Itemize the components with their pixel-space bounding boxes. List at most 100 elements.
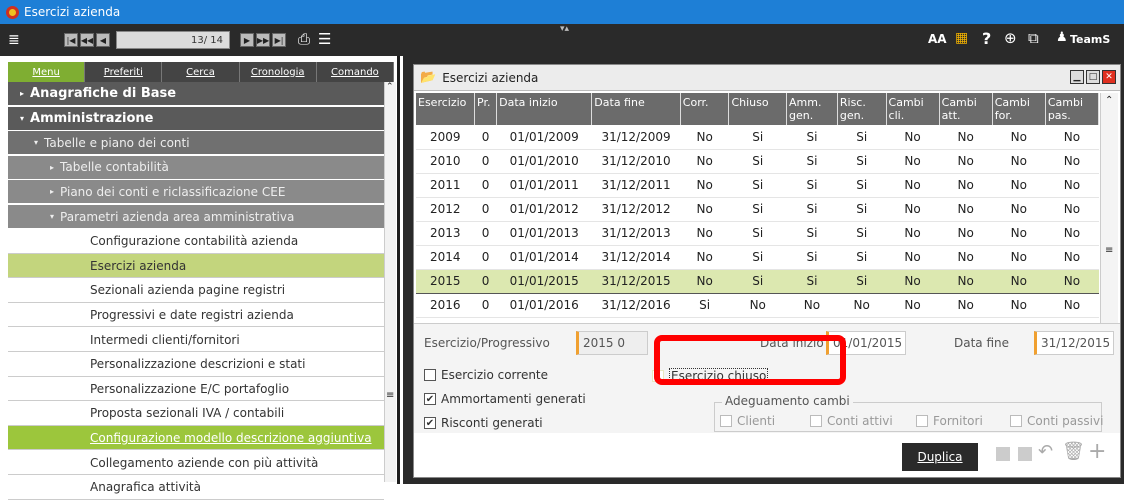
next-record-icon[interactable]: ▶ xyxy=(240,33,254,47)
tab-menu[interactable]: Menu xyxy=(8,62,86,82)
checkbox-box[interactable] xyxy=(810,415,822,427)
column-header[interactable]: Corr. xyxy=(680,93,730,125)
table-cell: No xyxy=(992,173,1046,198)
menu-item[interactable]: ▾ Tabelle e piano dei conti xyxy=(8,131,384,156)
menu-item[interactable]: Anagrafica attività xyxy=(8,475,384,500)
save-icon[interactable] xyxy=(996,447,1010,461)
user-icon[interactable]: ♟ xyxy=(1056,30,1068,45)
prev-record-icon[interactable]: ◀ xyxy=(96,33,110,47)
scroll-grip-icon[interactable]: ≡ xyxy=(386,390,394,401)
column-header[interactable]: Cambi pas. xyxy=(1045,93,1100,125)
menu-scrollbar[interactable]: ⌃ ≡ xyxy=(384,82,396,482)
column-header[interactable]: Cambi cli. xyxy=(886,93,940,125)
menu-item[interactable]: ▾ Parametri azienda area amministrativa xyxy=(8,205,384,229)
globe-icon[interactable]: ⊕ xyxy=(1004,29,1017,47)
column-header[interactable]: Data fine xyxy=(591,93,681,125)
column-header[interactable]: Esercizio xyxy=(416,93,476,125)
list-icon[interactable]: ☰ xyxy=(318,30,331,48)
esercizio-corrente-checkbox[interactable]: Esercizio corrente xyxy=(424,368,548,382)
table-row[interactable]: 2013 0 01/01/2013 31/12/2013 No Si Si Si No No No N… xyxy=(416,221,1099,246)
font-size-icon[interactable]: AA xyxy=(928,32,947,46)
menu-item[interactable]: Progressivi e date registri azienda xyxy=(8,303,384,328)
checkbox-box[interactable] xyxy=(1010,415,1022,427)
checkbox-checked-icon[interactable]: ✔ xyxy=(424,417,436,429)
menu-item[interactable]: Configurazione contabilità azienda xyxy=(8,229,384,254)
checkbox-box[interactable] xyxy=(720,415,732,427)
column-header[interactable]: Data inizio xyxy=(496,93,593,125)
table-row[interactable]: 2010 0 01/01/2010 31/12/2010 No Si Si Si No No No N… xyxy=(416,149,1099,174)
checkbox-box[interactable] xyxy=(424,369,436,381)
collapse-chevron-icon[interactable]: ▾▴ xyxy=(560,24,569,34)
menu-item[interactable]: ▸ Piano dei conti e riclassificazione CEE xyxy=(8,180,384,205)
next-page-icon[interactable]: ▶▶ xyxy=(256,33,270,47)
tab-preferiti[interactable]: Preferiti xyxy=(85,62,163,82)
collapsed-arrow-icon[interactable]: ▸ xyxy=(50,163,54,172)
collapsed-arrow-icon[interactable]: ▸ xyxy=(20,89,24,98)
esercizio-field[interactable]: 2015 0 xyxy=(576,331,648,355)
table-row[interactable]: 2012 0 01/01/2012 31/12/2012 No Si Si Si No No No N… xyxy=(416,197,1099,222)
menu-item[interactable]: Configurazione modello descrizione aggiu… xyxy=(8,426,384,451)
table-cell: No xyxy=(1045,149,1099,174)
collapsed-arrow-icon[interactable]: ▸ xyxy=(50,187,54,196)
print-icon[interactable]: ⎙ xyxy=(298,30,310,48)
team-label[interactable]: TeamS xyxy=(1070,33,1110,46)
inner-window-title: Esercizi azienda xyxy=(442,70,539,85)
menu-item[interactable]: ▸ Tabelle contabilità xyxy=(8,155,384,180)
cancel-icon[interactable] xyxy=(1018,447,1032,461)
maximize-icon[interactable]: □ xyxy=(1086,70,1100,84)
window-icon[interactable]: ⧉ xyxy=(1028,29,1039,47)
first-record-icon[interactable]: |◀ xyxy=(64,33,78,47)
tab-comando[interactable]: Comando xyxy=(317,62,395,82)
conti-attivi-checkbox[interactable]: Conti attivi xyxy=(810,414,893,428)
undo-icon[interactable]: ↶ xyxy=(1038,441,1053,462)
checkbox-checked-icon[interactable]: ✔ xyxy=(424,393,436,405)
scroll-grip-icon[interactable]: ≡ xyxy=(1105,245,1113,256)
column-header[interactable]: Pr. xyxy=(474,93,498,125)
tab-cerca[interactable]: Cerca xyxy=(162,62,240,82)
column-header[interactable]: Risc. gen. xyxy=(837,93,887,125)
column-header[interactable]: Chiuso xyxy=(728,93,787,125)
last-record-icon[interactable]: ▶| xyxy=(272,33,286,47)
data-fine-field[interactable]: 31/12/2015 xyxy=(1034,331,1114,355)
column-header[interactable]: Cambi att. xyxy=(939,93,993,125)
tab-cronologia[interactable]: Cronologia xyxy=(240,62,317,82)
menu-item[interactable]: Esercizi azienda xyxy=(8,254,384,279)
table-cell: Si xyxy=(786,245,838,270)
menu-item[interactable]: Intermedi clienti/fornitori xyxy=(8,328,384,352)
delete-icon[interactable]: 🗑 xyxy=(1062,441,1085,462)
minimize-icon[interactable]: ▁ xyxy=(1070,70,1084,84)
scroll-up-icon[interactable]: ⌃ xyxy=(1105,95,1113,106)
column-header[interactable]: Cambi for. xyxy=(992,93,1046,125)
help-icon[interactable]: ? xyxy=(982,29,991,48)
table-row[interactable]: 2011 0 01/01/2011 31/12/2011 No Si Si Si No No No N… xyxy=(416,173,1099,198)
risconti-checkbox[interactable]: ✔ Risconti generati xyxy=(424,416,543,430)
conti-passivi-checkbox[interactable]: Conti passivi xyxy=(1010,414,1103,428)
menu-item[interactable]: Sezionali azienda pagine registri xyxy=(8,278,384,303)
expanded-arrow-icon[interactable]: ▾ xyxy=(20,114,24,123)
ammortamenti-checkbox[interactable]: ✔ Ammortamenti generati xyxy=(424,392,586,406)
table-row[interactable]: 2009 0 01/01/2009 31/12/2009 No Si Si Si No No No N… xyxy=(416,125,1099,150)
column-header[interactable]: Amm. gen. xyxy=(786,93,838,125)
table-row[interactable]: 2014 0 01/01/2014 31/12/2014 No Si Si Si No No No N… xyxy=(416,245,1099,270)
grid-icon[interactable]: ▦ xyxy=(955,30,968,46)
menu-item[interactable]: Collegamento aziende con più attività xyxy=(8,451,384,475)
menu-grip-icon[interactable]: ≣ xyxy=(8,32,20,48)
clienti-checkbox[interactable]: Clienti xyxy=(720,414,775,428)
scroll-up-icon[interactable]: ⌃ xyxy=(386,82,394,92)
table-scrollbar[interactable]: ⌃ ≡ ⌄ xyxy=(1100,93,1118,339)
table-row[interactable]: 2015 0 01/01/2015 31/12/2015 No Si Si Si No No No N… xyxy=(416,268,1099,294)
menu-item[interactable]: ▾ Amministrazione xyxy=(8,106,384,131)
duplica-button[interactable]: Duplica xyxy=(902,443,978,471)
close-icon[interactable]: ✕ xyxy=(1102,70,1116,84)
prev-page-icon[interactable]: ◀◀ xyxy=(80,33,94,47)
menu-item[interactable]: Proposta sezionali IVA / contabili xyxy=(8,401,384,426)
table-row[interactable]: 2016 0 01/01/2016 31/12/2016 Si No No No No No No N… xyxy=(416,293,1099,318)
fornitori-checkbox[interactable]: Fornitori xyxy=(916,414,983,428)
menu-item[interactable]: ▸ Anagrafiche di Base xyxy=(8,82,384,106)
menu-item[interactable]: Personalizzazione E/C portafoglio xyxy=(8,377,384,402)
menu-item[interactable]: Personalizzazione descrizioni e stati xyxy=(8,352,384,377)
checkbox-box[interactable] xyxy=(916,415,928,427)
expanded-arrow-icon[interactable]: ▾ xyxy=(34,138,38,147)
expanded-arrow-icon[interactable]: ▾ xyxy=(50,212,54,221)
add-icon[interactable]: + xyxy=(1088,439,1106,464)
